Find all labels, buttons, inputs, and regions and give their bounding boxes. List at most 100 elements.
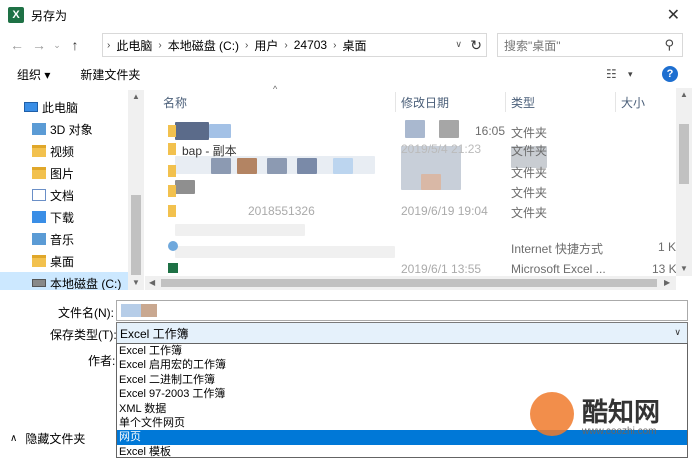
- folder-icon: [168, 165, 176, 177]
- folder-icon: [168, 125, 176, 137]
- nav-scroll-thumb[interactable]: [131, 195, 141, 275]
- sidebar-item-pictures[interactable]: 图片: [0, 162, 128, 184]
- pc-icon: [24, 102, 38, 112]
- filename-input[interactable]: [116, 300, 688, 321]
- breadcrumb-user[interactable]: 24703: [288, 38, 333, 52]
- chevron-down-icon[interactable]: ∨: [674, 327, 681, 338]
- file-list-vertical-scrollbar[interactable]: ▲ ▼: [676, 88, 692, 276]
- file-date: 16:05: [475, 124, 506, 138]
- folder-icon: [168, 205, 176, 217]
- column-divider[interactable]: [505, 92, 506, 112]
- scroll-right-icon[interactable]: ▶: [664, 278, 670, 287]
- file-list: ^ 名称 修改日期 类型 大小 16:05 文件夹 bap - 副本 2019/…: [145, 84, 692, 290]
- watermark-url: www.coozhi.com: [582, 426, 657, 437]
- filetype-option[interactable]: Excel 启用宏的工作簿: [117, 358, 687, 372]
- sort-ascending-icon: ^: [273, 84, 278, 94]
- search-icon[interactable]: ⚲: [664, 37, 674, 53]
- file-type: 文件夹: [511, 144, 548, 158]
- hide-folders-button[interactable]: ∧ 隐藏文件夹: [10, 430, 85, 447]
- file-date: 2019/5/4 21:23: [401, 142, 482, 156]
- file-list-horizontal-scrollbar[interactable]: ◀ ▶: [145, 276, 676, 290]
- breadcrumb-this-pc[interactable]: 此电脑: [110, 37, 158, 54]
- help-icon[interactable]: ?: [662, 66, 678, 82]
- table-row[interactable]: Internet 快捷方式 1 K: [160, 236, 676, 258]
- file-type: Internet 快捷方式: [511, 242, 604, 256]
- pictures-icon: [32, 167, 46, 179]
- back-arrow-icon[interactable]: ←: [6, 37, 28, 53]
- drive-icon: [32, 279, 46, 287]
- column-header-type[interactable]: 类型: [511, 94, 535, 111]
- hide-folders-label: 隐藏文件夹: [25, 432, 86, 446]
- file-type: 文件夹: [511, 186, 548, 200]
- sidebar-item-this-pc[interactable]: 此电脑: [0, 96, 128, 118]
- sidebar-item-documents[interactable]: 文档: [0, 184, 128, 206]
- breadcrumb-local-disk[interactable]: 本地磁盘 (C:): [162, 37, 245, 54]
- table-row[interactable]: 2018551326 2019/6/19 19:04 文件夹: [160, 200, 675, 222]
- internet-shortcut-icon: [168, 241, 178, 251]
- scroll-down-icon[interactable]: ▼: [680, 264, 688, 273]
- sidebar-item-desktop[interactable]: 桌面: [0, 250, 128, 272]
- forward-arrow-icon[interactable]: →: [28, 37, 50, 53]
- vertical-scroll-thumb[interactable]: [679, 124, 689, 184]
- filetype-label: 保存类型(T):: [50, 328, 117, 342]
- documents-icon: [32, 189, 46, 201]
- sidebar-item-label: 视频: [50, 144, 75, 159]
- sidebar-item-label: 此电脑: [42, 100, 79, 115]
- chevron-down-icon[interactable]: ▾: [628, 69, 633, 80]
- file-size: 13 K: [652, 262, 677, 276]
- search-input[interactable]: 搜索"桌面" ⚲: [497, 33, 683, 57]
- scroll-up-icon[interactable]: ▲: [680, 90, 688, 99]
- table-row[interactable]: bap - 副本 2019/5/4 21:23 文件夹: [160, 138, 675, 160]
- blurred-region: [121, 304, 141, 317]
- watermark: 酷知网 www.coozhi.com: [520, 380, 680, 450]
- view-options-icon[interactable]: ☷: [606, 67, 617, 81]
- 3d-objects-icon: [32, 123, 46, 135]
- file-date: 2019/6/19 19:04: [401, 204, 488, 218]
- file-type: 文件夹: [511, 166, 548, 180]
- refresh-icon[interactable]: ↻: [470, 37, 482, 54]
- breadcrumb-desktop[interactable]: 桌面: [336, 37, 372, 54]
- close-icon[interactable]: ✕: [667, 5, 680, 25]
- title-bar: X 另存为 ✕: [0, 0, 692, 30]
- organize-button[interactable]: 组织 ▾: [17, 66, 50, 83]
- folder-icon: [168, 185, 176, 197]
- address-bar[interactable]: › 此电脑 › 本地磁盘 (C:) › 用户 › 24703 › 桌面 ∨ ↻: [102, 33, 487, 57]
- file-name: 2018551326: [248, 204, 315, 218]
- filetype-option[interactable]: Excel 工作簿: [117, 344, 687, 358]
- scroll-down-icon[interactable]: ▼: [132, 278, 140, 287]
- sidebar-item-music[interactable]: 音乐: [0, 228, 128, 250]
- command-toolbar: 组织 ▾ 新建文件夹 ☷ ▾ ?: [0, 60, 692, 88]
- sidebar-item-label: 文档: [50, 188, 75, 203]
- sidebar-item-label: 3D 对象: [50, 122, 93, 137]
- column-divider[interactable]: [395, 92, 396, 112]
- chevron-down-icon[interactable]: ∨: [455, 39, 462, 50]
- nav-scrollbar[interactable]: ▲ ▼: [128, 90, 144, 290]
- column-divider[interactable]: [615, 92, 616, 112]
- column-header-size[interactable]: 大小: [621, 94, 645, 111]
- sidebar-item-video[interactable]: 视频: [0, 140, 128, 162]
- file-type: 文件夹: [511, 206, 548, 220]
- table-row[interactable]: 文件夹: [160, 160, 675, 182]
- up-arrow-icon[interactable]: ↑: [64, 37, 86, 53]
- horizontal-scroll-thumb[interactable]: [161, 279, 657, 287]
- sidebar-item-label: 图片: [50, 166, 75, 181]
- coozhi-logo-icon: [530, 392, 574, 436]
- table-row[interactable]: 文件夹: [160, 180, 675, 202]
- column-header-date[interactable]: 修改日期: [401, 94, 449, 111]
- column-header-name[interactable]: 名称: [163, 94, 187, 111]
- new-folder-button[interactable]: 新建文件夹: [80, 66, 140, 83]
- sidebar-item-downloads[interactable]: 下载: [0, 206, 128, 228]
- file-name: bap - 副本: [182, 144, 237, 158]
- recent-dropdown-icon[interactable]: ⌄: [50, 40, 64, 51]
- music-icon: [32, 233, 46, 245]
- breadcrumb-users[interactable]: 用户: [248, 37, 284, 54]
- sidebar-item-label: 本地磁盘 (C:): [50, 276, 122, 291]
- author-label: 作者:: [88, 354, 116, 368]
- address-row: ← → ⌄ ↑ › 此电脑 › 本地磁盘 (C:) › 用户 › 24703 ›…: [0, 30, 692, 60]
- scroll-up-icon[interactable]: ▲: [132, 92, 140, 101]
- scroll-left-icon[interactable]: ◀: [149, 278, 155, 287]
- window-title: 另存为: [31, 8, 68, 23]
- sidebar-item-3d-objects[interactable]: 3D 对象: [0, 118, 128, 140]
- watermark-brand: 酷知网: [582, 397, 661, 427]
- filetype-select[interactable]: Excel 工作簿 ∨: [116, 322, 688, 344]
